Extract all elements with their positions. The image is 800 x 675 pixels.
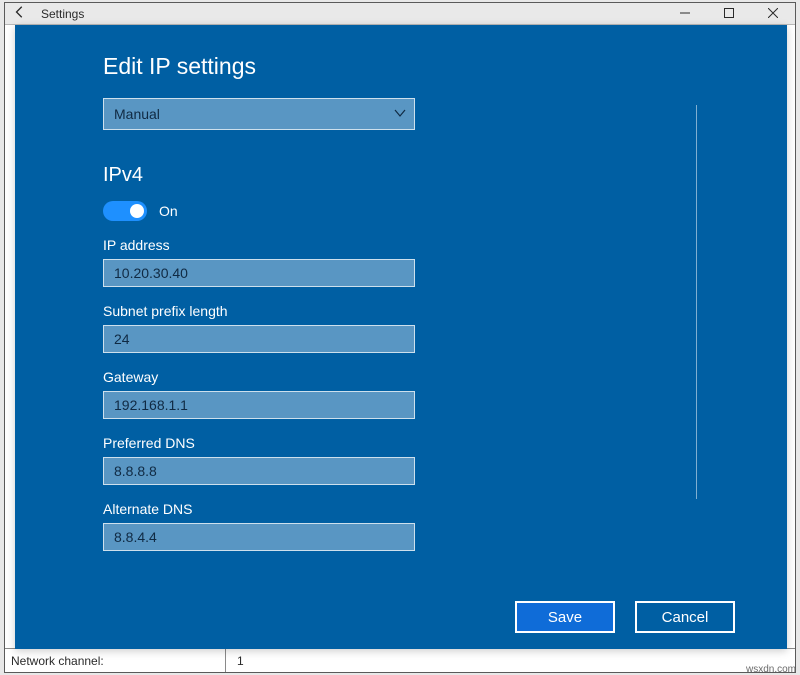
column-divider	[225, 649, 226, 672]
ipv4-toggle-row: On	[103, 201, 699, 221]
network-channel-label: Network channel:	[11, 654, 104, 668]
toggle-state-label: On	[159, 203, 178, 219]
watermark: wsxdn.com	[746, 664, 796, 675]
close-button[interactable]	[751, 3, 795, 25]
alternate-dns-input[interactable]: 8.8.4.4	[103, 523, 415, 551]
ip-address-input[interactable]: 10.20.30.40	[103, 259, 415, 287]
gateway-value: 192.168.1.1	[114, 397, 188, 413]
preferred-dns-label: Preferred DNS	[103, 435, 699, 451]
chevron-down-icon	[394, 106, 406, 122]
subnet-prefix-field: Subnet prefix length 24	[103, 303, 699, 353]
dialog-title: Edit IP settings	[103, 53, 699, 80]
toggle-knob	[130, 204, 144, 218]
alternate-dns-label: Alternate DNS	[103, 501, 699, 517]
alternate-dns-field: Alternate DNS 8.8.4.4	[103, 501, 699, 551]
ip-address-value: 10.20.30.40	[114, 265, 188, 281]
dropdown-selected-value: Manual	[114, 106, 160, 122]
cancel-button[interactable]: Cancel	[635, 601, 735, 633]
alternate-dns-value: 8.8.4.4	[114, 529, 157, 545]
ipv4-heading: IPv4	[103, 164, 699, 187]
maximize-icon	[724, 7, 734, 21]
ip-mode-dropdown[interactable]: Manual	[103, 98, 415, 130]
subnet-prefix-input[interactable]: 24	[103, 325, 415, 353]
dialog-button-row: Save Cancel	[515, 601, 735, 633]
preferred-dns-input[interactable]: 8.8.8.8	[103, 457, 415, 485]
preferred-dns-field: Preferred DNS 8.8.8.8	[103, 435, 699, 485]
settings-window: Settings Network channel: 1	[4, 2, 796, 673]
save-button-label: Save	[548, 609, 582, 626]
background-row: Network channel: 1	[5, 648, 795, 672]
network-channel-value: 1	[237, 654, 244, 668]
cancel-button-label: Cancel	[662, 609, 709, 626]
window-title: Settings	[41, 7, 84, 21]
edit-ip-settings-dialog: Edit IP settings Manual IPv4 On IP addre…	[15, 25, 787, 649]
arrow-left-icon	[13, 5, 27, 22]
dialog-content: Edit IP settings Manual IPv4 On IP addre…	[103, 53, 699, 631]
back-button[interactable]	[5, 3, 35, 25]
gateway-field: Gateway 192.168.1.1	[103, 369, 699, 419]
minimize-icon	[680, 7, 690, 21]
save-button[interactable]: Save	[515, 601, 615, 633]
gateway-input[interactable]: 192.168.1.1	[103, 391, 415, 419]
ip-address-label: IP address	[103, 237, 699, 253]
gateway-label: Gateway	[103, 369, 699, 385]
ip-address-field: IP address 10.20.30.40	[103, 237, 699, 287]
minimize-button[interactable]	[663, 3, 707, 25]
subnet-prefix-label: Subnet prefix length	[103, 303, 699, 319]
close-icon	[768, 7, 778, 21]
titlebar: Settings	[5, 3, 795, 25]
window-body: Network channel: 1 Edit IP settings Manu…	[5, 25, 795, 672]
maximize-button[interactable]	[707, 3, 751, 25]
ipv4-toggle[interactable]	[103, 201, 147, 221]
preferred-dns-value: 8.8.8.8	[114, 463, 157, 479]
window-controls	[663, 3, 795, 25]
subnet-prefix-value: 24	[114, 331, 130, 347]
